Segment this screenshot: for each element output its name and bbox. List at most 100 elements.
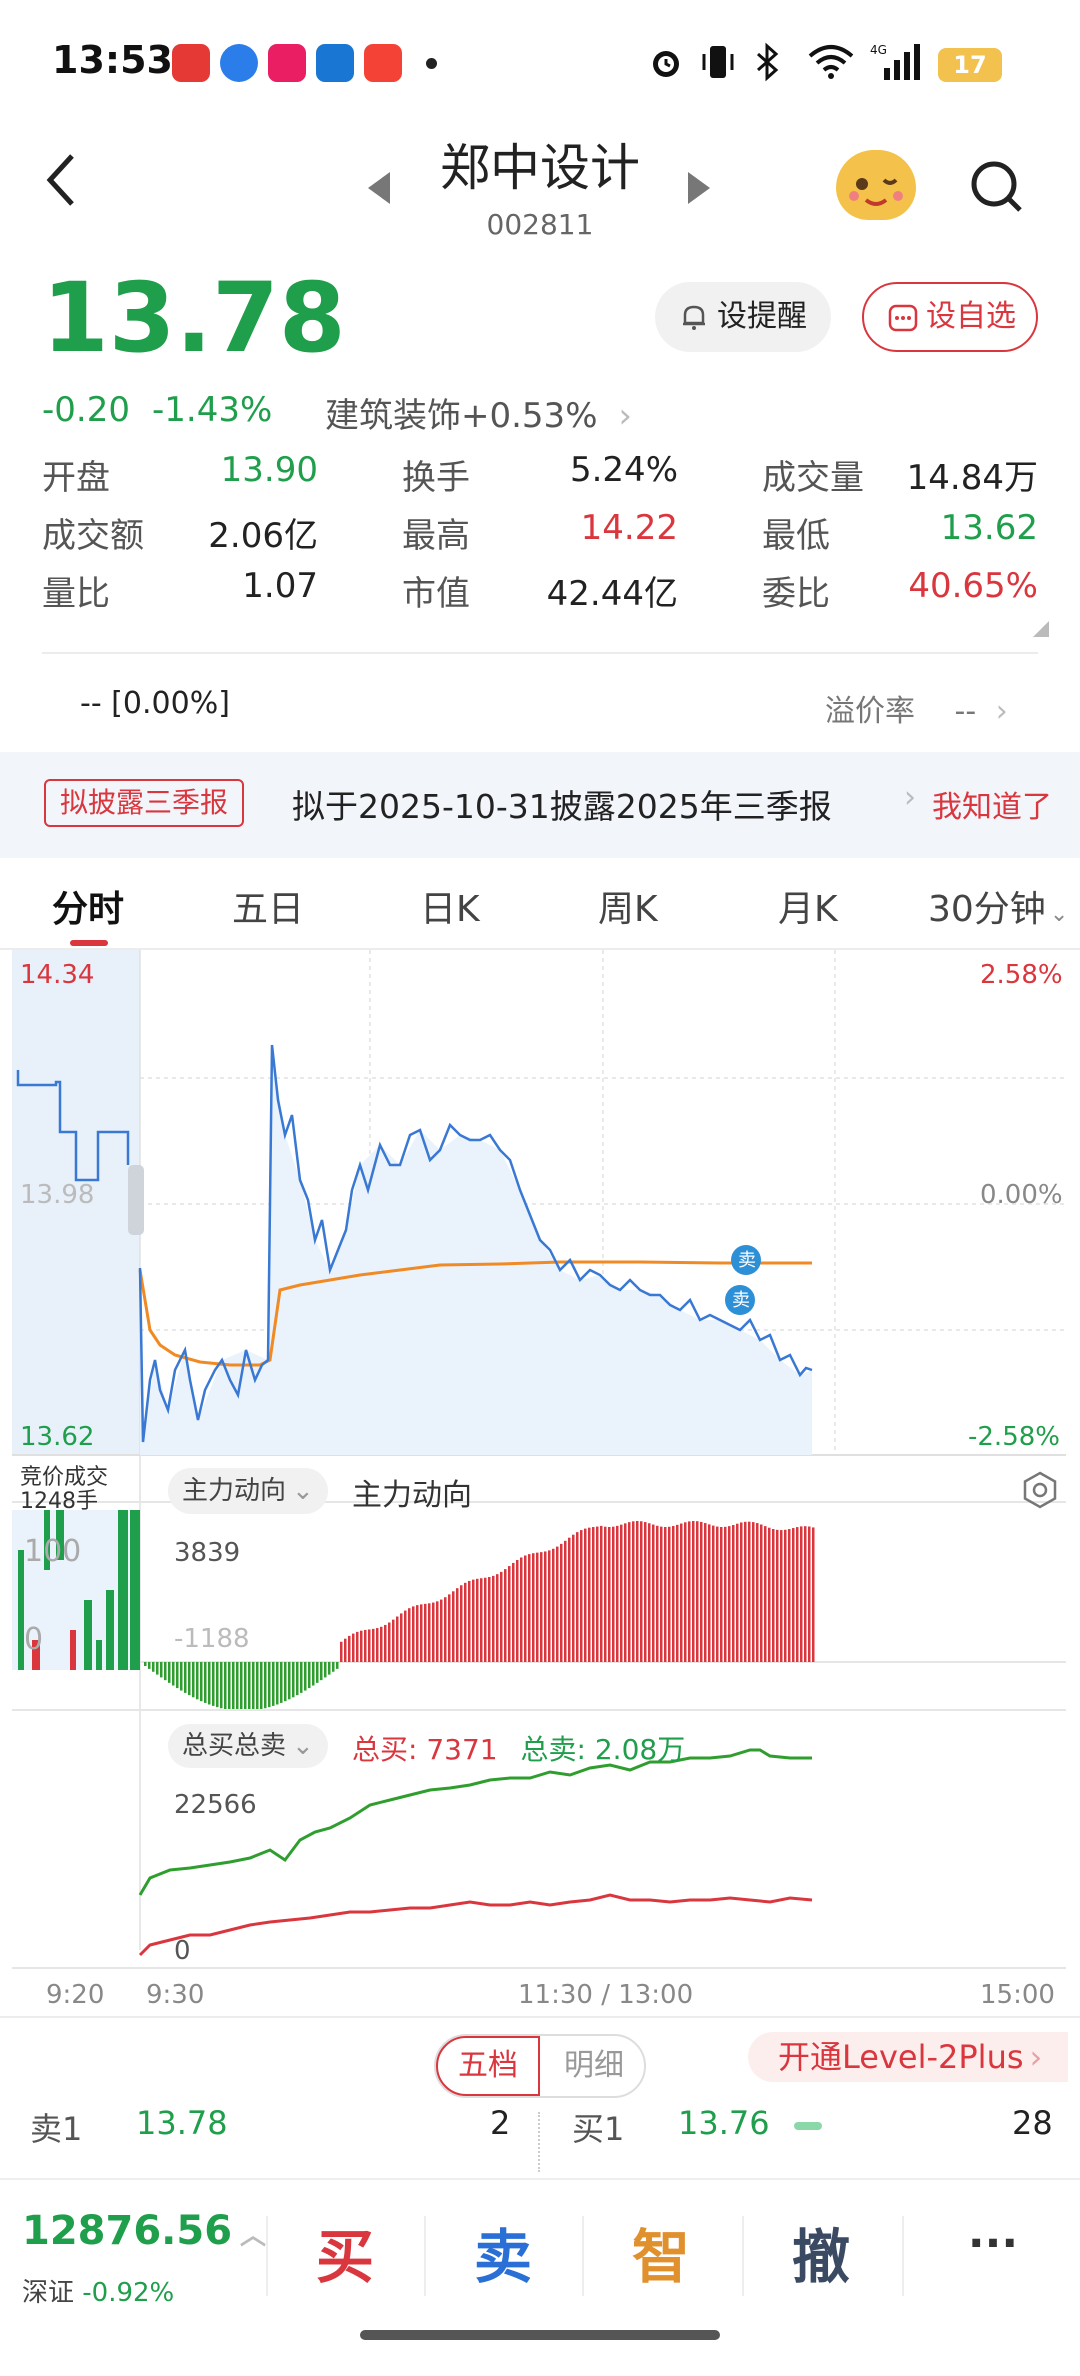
x-axis-label: 9:20 [46, 1980, 105, 2010]
notice-text: 拟于2025-10-31披露2025年三季报 [292, 787, 832, 826]
money-flow-bar [240, 1662, 243, 1711]
money-flow-bar [728, 1526, 731, 1662]
intraday-chart-svg [12, 950, 1066, 1969]
money-flow-bar [692, 1521, 695, 1662]
money-flow-bar [384, 1624, 387, 1662]
tab-details[interactable]: 明细 [542, 2036, 646, 2096]
money-flow-bar [656, 1525, 659, 1662]
buy-sell-selector[interactable]: 总买总卖 ⌄ [168, 1724, 328, 1768]
auction-scale-top: 100 [24, 1534, 82, 1569]
money-flow-bar [484, 1577, 487, 1662]
total-buy-label: 总买: [352, 1733, 427, 1766]
y-axis-prev-close: 13.98 [20, 1180, 95, 1210]
buy1-price[interactable]: 13.76 [678, 2104, 770, 2142]
money-flow-bar [584, 1528, 587, 1662]
money-flow-bar [520, 1557, 523, 1662]
money-flow-bar [468, 1580, 471, 1662]
drag-handle[interactable] [128, 1165, 144, 1235]
tab-five-day[interactable]: 五日 [232, 880, 304, 932]
level2-upgrade-button[interactable]: 开通Level-2Plus › [748, 2032, 1068, 2082]
tab-30min-label: 30分钟 [928, 889, 1046, 930]
tab-intraday[interactable]: 分时 [52, 880, 124, 932]
add-watchlist-button[interactable]: 设自选 [862, 282, 1038, 352]
stat-label: 市值 [402, 574, 470, 614]
svg-text:4G: 4G [870, 43, 887, 57]
divider [42, 652, 1038, 654]
money-flow-bar [448, 1594, 451, 1662]
price-area-fill [140, 1045, 812, 1455]
money-flow-bar [760, 1524, 763, 1662]
money-flow-bar [228, 1662, 231, 1710]
buy-button[interactable]: 买 [270, 2210, 420, 2294]
money-flow-bar [620, 1524, 623, 1662]
expand-corner-icon[interactable] [1033, 621, 1049, 637]
pct-axis-low: -2.58% [968, 1422, 1060, 1452]
tab-five-levels[interactable]: 五档 [436, 2036, 540, 2096]
sector-link[interactable]: 建筑装饰+0.53% › [325, 388, 632, 437]
money-flow-bar [668, 1526, 671, 1662]
money-flow-bar [596, 1526, 599, 1662]
smart-button[interactable]: 智 [586, 2210, 736, 2294]
set-alert-button[interactable]: 设提醒 [655, 282, 831, 352]
money-flow-bar [720, 1526, 723, 1662]
money-flow-bar [732, 1525, 735, 1662]
cancel-order-button[interactable]: 撤 [746, 2210, 896, 2294]
next-stock-arrow-icon[interactable] [688, 172, 710, 204]
stat-cell: 最高 14.22 [402, 508, 678, 558]
mascot-avatar-icon[interactable] [836, 150, 916, 220]
tab-weekly-k[interactable]: 周K [598, 880, 658, 932]
money-flow-bar [632, 1521, 635, 1662]
money-flow-bar [436, 1601, 439, 1662]
money-flow-bar [292, 1662, 295, 1698]
sector-name: 建筑装饰 [325, 396, 461, 436]
dismiss-notice-button[interactable]: 我知道了 [932, 782, 1052, 826]
money-flow-selector-label: 主力动向 [182, 1476, 287, 1506]
money-flow-selector[interactable]: 主力动向 ⌄ [168, 1468, 328, 1514]
sell1-price[interactable]: 13.78 [136, 2104, 228, 2142]
more-button[interactable]: ··· [918, 2218, 1068, 2269]
buy1-volume-bar [794, 2122, 822, 2130]
money-flow-bar [792, 1528, 795, 1662]
money-flow-bar [700, 1521, 703, 1662]
divider [0, 2016, 1080, 2018]
money-flow-bar [416, 1605, 419, 1662]
money-flow-bar [516, 1560, 519, 1662]
money-flow-bar [344, 1638, 347, 1662]
active-tab-indicator [70, 940, 108, 946]
battery-icon: 17 [938, 48, 1002, 82]
money-flow-bar [480, 1578, 483, 1662]
money-flow-bar [600, 1525, 603, 1662]
search-icon[interactable] [968, 158, 1024, 214]
money-flow-bar [200, 1662, 203, 1702]
premium-rate[interactable]: 溢价率 -- › [825, 686, 1008, 730]
app-notification-icon [316, 44, 354, 82]
alarm-icon [653, 51, 679, 77]
money-flow-bar [812, 1527, 815, 1662]
stat-cell: 开盘 13.90 [42, 450, 318, 500]
money-flow-bar [744, 1521, 747, 1662]
chevron-up-icon: ︿ [240, 2221, 267, 2251]
money-flow-bar [616, 1525, 619, 1662]
money-flow-bar [724, 1526, 727, 1662]
tab-monthly-k[interactable]: 月K [778, 880, 838, 932]
money-flow-bar [708, 1524, 711, 1662]
settings-hex-icon[interactable] [1020, 1470, 1060, 1510]
tab-daily-k[interactable]: 日K [420, 880, 480, 932]
index-info: 深证 -0.92% [22, 2272, 174, 2309]
money-flow-bar [772, 1529, 775, 1662]
tab-30min[interactable]: 30分钟 ⌄ [928, 880, 1068, 932]
money-flow-bar [776, 1529, 779, 1662]
money-flow-bar [216, 1662, 219, 1708]
money-flow-bar [508, 1566, 511, 1662]
stat-cell: 委比 40.65% [762, 566, 1038, 616]
chart-period-tabs: 分时 五日 日K 周K 月K 30分钟 ⌄ [0, 880, 1080, 950]
money-flow-bar [256, 1662, 259, 1710]
orderbook-divider [538, 2112, 540, 2172]
money-flow-bar [336, 1662, 339, 1669]
stat-cell: 成交额 2.06亿 [42, 508, 318, 558]
sell-button[interactable]: 卖 [428, 2210, 578, 2294]
intraday-chart[interactable]: 14.34 13.98 13.62 2.58% 0.00% -2.58% 卖 卖… [0, 950, 1080, 2020]
index-value[interactable]: 12876.56 ︿ [22, 2208, 266, 2254]
money-flow-bar [372, 1628, 375, 1662]
wifi-icon [808, 45, 854, 79]
